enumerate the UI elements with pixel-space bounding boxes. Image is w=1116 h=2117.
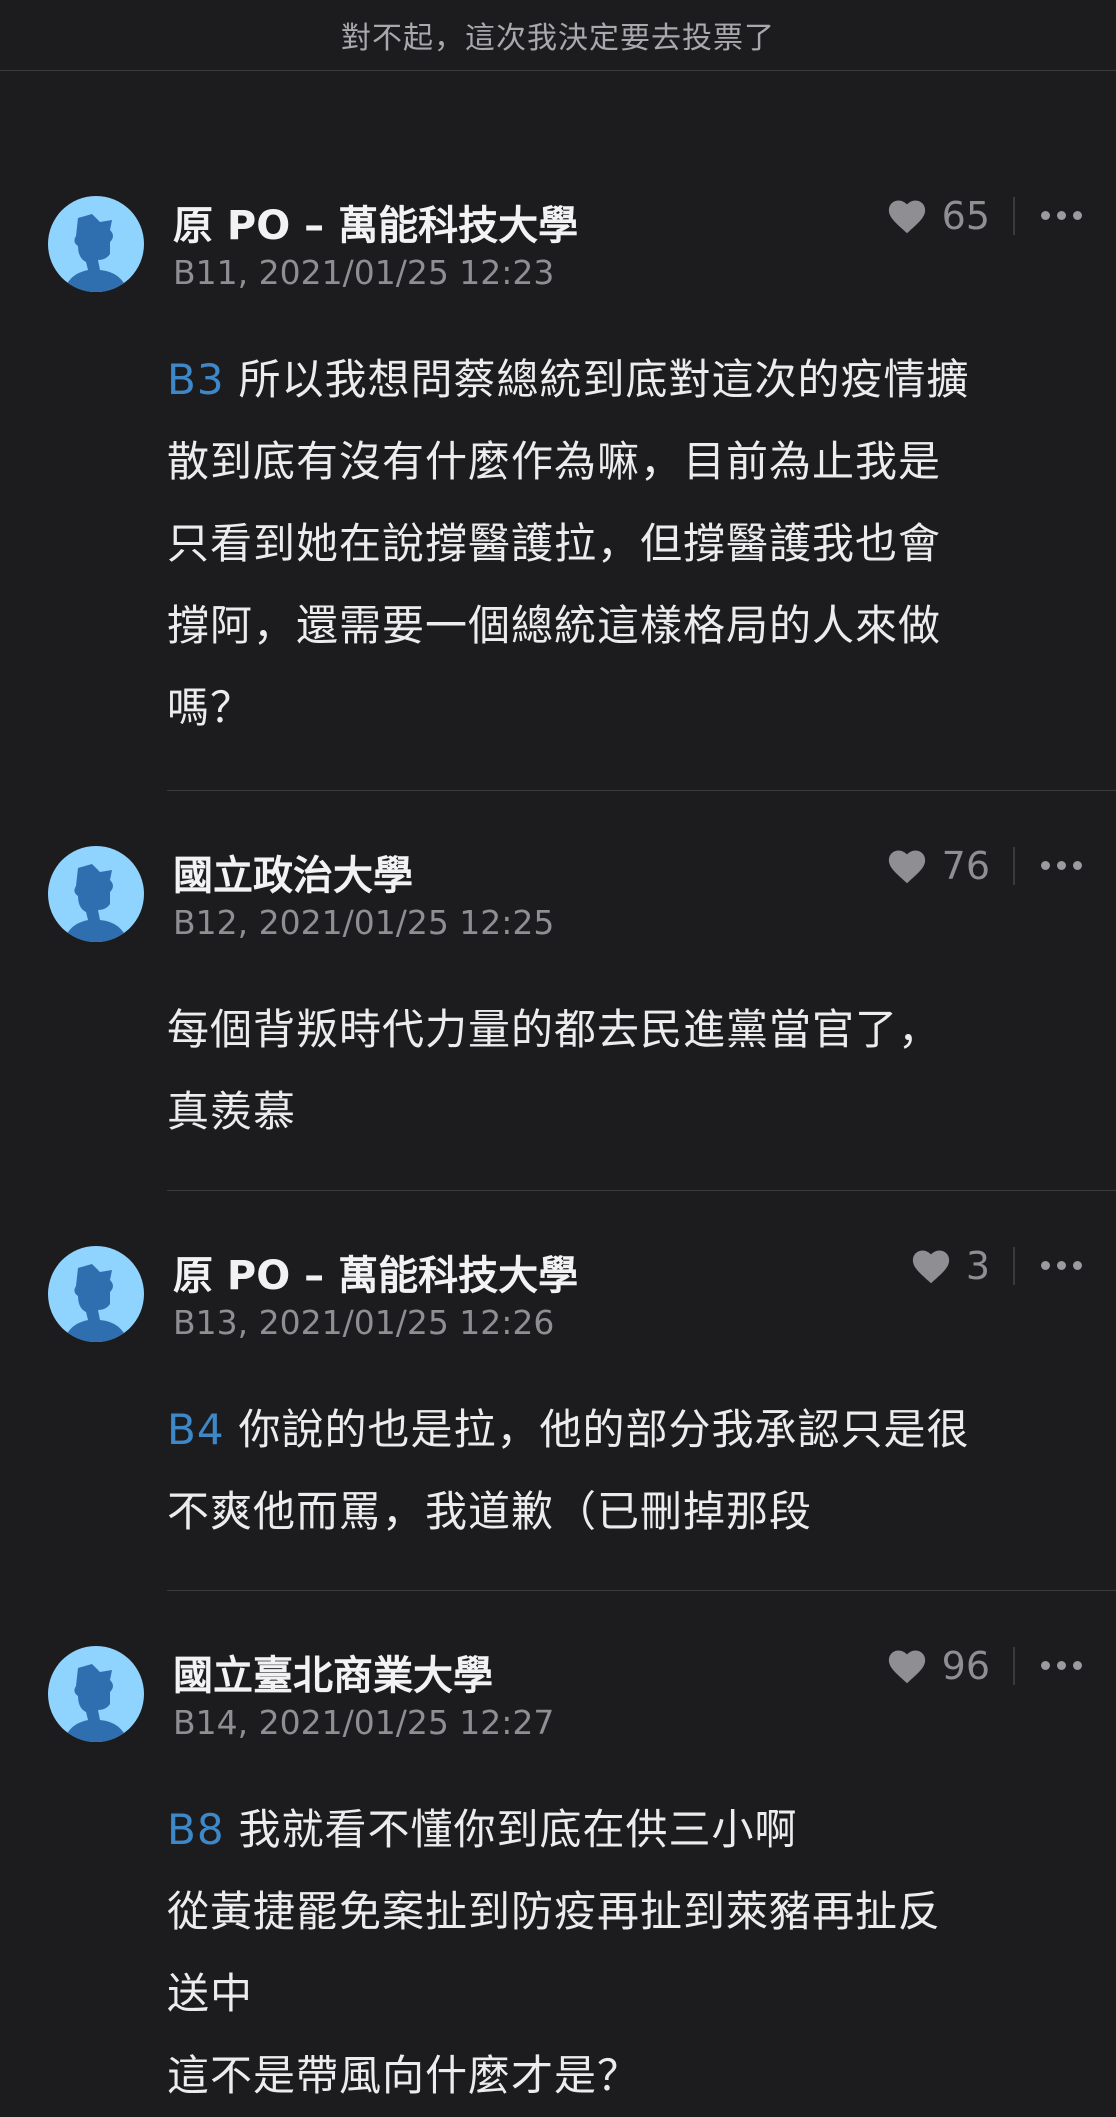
comment-author[interactable]: 原 PO – 萬能科技大學 xyxy=(173,193,578,251)
comment-line: 這不是帶風向什麼才是？ xyxy=(167,2051,641,2100)
divider xyxy=(1013,1247,1015,1285)
comment-body: B3 所以我想問蔡總統到底對這次的疫情擴 散到底有沒有什麼作為嘛，目前為止我是 只… xyxy=(167,339,1077,749)
comment-line: 嗎？ xyxy=(167,683,254,732)
avatar-icon[interactable] xyxy=(48,846,144,942)
like-button[interactable]: 3 xyxy=(910,1244,990,1288)
comment-line: 只看到她在說撐醫護拉，但撐醫護我也會 xyxy=(167,519,942,568)
comment-author[interactable]: 國立臺北商業大學 xyxy=(173,1643,493,1701)
like-count: 76 xyxy=(941,844,990,888)
comment-line: 每個背叛時代力量的都去民進黨當官了， xyxy=(167,1005,942,1054)
comment-line: 送中 xyxy=(167,1969,254,2018)
heart-icon xyxy=(912,1250,949,1284)
like-button[interactable]: 96 xyxy=(886,1644,990,1688)
heart-icon xyxy=(888,850,925,884)
comment-body: 每個背叛時代力量的都去民進黨當官了， 真羨慕 xyxy=(167,989,1077,1153)
comment-line: 真羨慕 xyxy=(167,1087,297,1136)
avatar-icon[interactable] xyxy=(48,1646,144,1742)
more-dots-icon xyxy=(1041,210,1050,220)
more-dots-icon xyxy=(1041,1660,1050,1670)
heart-icon xyxy=(888,200,925,234)
thread-title-bar: 對不起，這次我決定要去投票了 xyxy=(0,0,1116,71)
more-options-button[interactable] xyxy=(1041,1643,1082,1687)
like-count: 3 xyxy=(965,1244,990,1288)
comment-line: B8 我就看不懂你到底在供三小啊 xyxy=(167,1805,798,1854)
comment-floor-time: B12, 2021/01/25 12:25 xyxy=(173,903,555,942)
comment-line: 撐阿，還需要一個總統這樣格局的人來做 xyxy=(167,601,942,650)
more-dots-icon xyxy=(1041,860,1050,870)
reply-reference-link[interactable]: B4 xyxy=(167,1405,225,1454)
divider xyxy=(1013,1647,1015,1685)
divider xyxy=(1013,847,1015,885)
comment-line: 散到底有沒有什麼作為嘛，目前為止我是 xyxy=(167,437,942,486)
comment-line: B4 你說的也是拉，他的部分我承認只是很 xyxy=(167,1405,970,1454)
avatar-icon[interactable] xyxy=(48,196,144,292)
thread-title: 對不起，這次我決定要去投票了 xyxy=(341,21,775,56)
avatar-icon[interactable] xyxy=(48,1246,144,1342)
more-options-button[interactable] xyxy=(1041,193,1082,237)
reply-reference-link[interactable]: B3 xyxy=(167,355,225,404)
divider xyxy=(1013,197,1015,235)
comment-line: 不爽他而罵，我道歉（已刪掉那段 xyxy=(167,1487,813,1536)
comment-divider xyxy=(167,790,1116,791)
comment-author[interactable]: 原 PO – 萬能科技大學 xyxy=(173,1243,578,1301)
reply-reference-link[interactable]: B8 xyxy=(167,1805,225,1854)
heart-icon xyxy=(888,1650,925,1684)
like-button[interactable]: 76 xyxy=(886,844,990,888)
comment-floor-time: B13, 2021/01/25 12:26 xyxy=(173,1303,555,1342)
like-count: 65 xyxy=(941,194,990,238)
more-options-button[interactable] xyxy=(1041,1243,1082,1287)
comment-body: B4 你說的也是拉，他的部分我承認只是很 不爽他而罵，我道歉（已刪掉那段 xyxy=(167,1389,1077,1553)
comment-divider xyxy=(167,1590,1116,1591)
more-options-button[interactable] xyxy=(1041,843,1082,887)
more-dots-icon xyxy=(1041,1260,1050,1270)
comment-line: B3 所以我想問蔡總統到底對這次的疫情擴 xyxy=(167,355,970,404)
comment-author[interactable]: 國立政治大學 xyxy=(173,843,413,901)
comment-body: B8 我就看不懂你到底在供三小啊 從黃捷罷免案扯到防疫再扯到萊豬再扯反 送中 這不… xyxy=(167,1789,1077,2117)
comment-divider xyxy=(167,1190,1116,1191)
comment-floor-time: B11, 2021/01/25 12:23 xyxy=(173,253,555,292)
like-count: 96 xyxy=(941,1644,990,1688)
comment-floor-time: B14, 2021/01/25 12:27 xyxy=(173,1703,555,1742)
comment-line: 從黃捷罷免案扯到防疫再扯到萊豬再扯反 xyxy=(167,1887,942,1936)
like-button[interactable]: 65 xyxy=(886,194,990,238)
